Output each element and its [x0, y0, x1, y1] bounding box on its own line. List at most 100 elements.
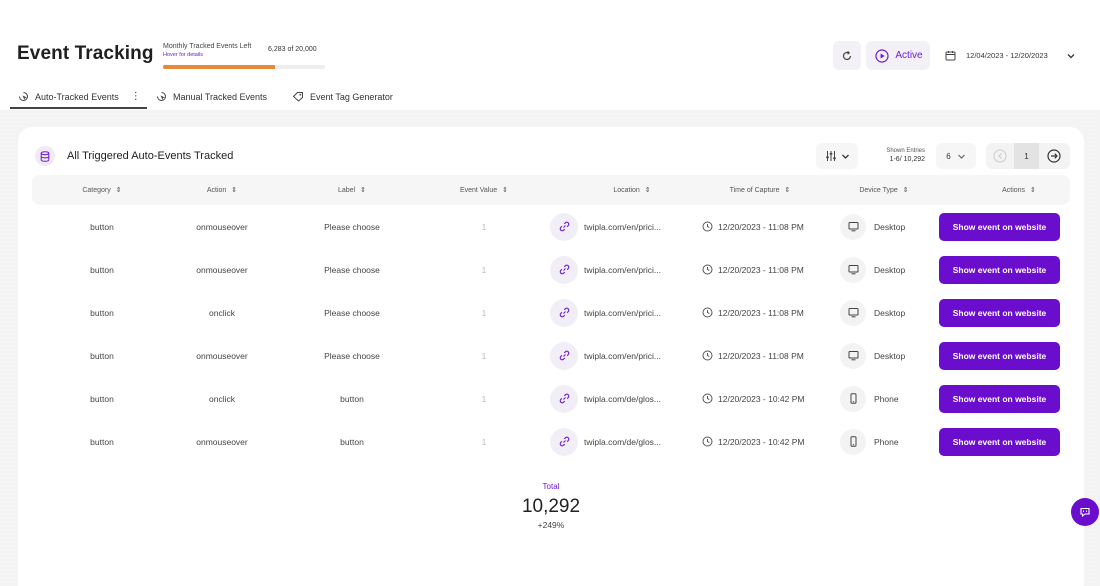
desktop-icon: [840, 256, 866, 283]
previous-page-button[interactable]: [991, 147, 1009, 165]
phone-icon: [840, 385, 866, 412]
actions-cell: Show event on website: [937, 205, 1062, 248]
show-event-on-website-button[interactable]: Show event on website: [939, 212, 1060, 241]
link-icon[interactable]: [550, 212, 578, 241]
show-event-on-website-button[interactable]: Show event on website: [939, 427, 1060, 456]
link-icon[interactable]: [550, 298, 578, 327]
quota-progress-bar: [163, 65, 325, 69]
time-cell: 12/20/2023 - 11:08 PM: [702, 291, 832, 334]
active-toggle-button[interactable]: Active: [866, 41, 930, 70]
active-label: Active: [895, 50, 923, 61]
column-header-action[interactable]: Action ⇕: [152, 175, 292, 205]
cursor-click-icon: [157, 92, 166, 101]
category-cell: button: [90, 350, 114, 361]
location-text[interactable]: twipla.com/de/glos...: [584, 437, 661, 447]
desktop-icon: [840, 213, 866, 240]
location-cell: twipla.com/en/prici...: [550, 248, 700, 291]
play-circle-icon: [875, 48, 889, 63]
device-cell: Phone: [840, 377, 940, 420]
arrow-right-circle-icon: [1047, 149, 1061, 163]
chevron-down-icon: [841, 154, 849, 159]
location-text[interactable]: twipla.com/en/prici...: [584, 265, 661, 275]
table-header: Category ⇕ Action ⇕ Label ⇕ Event Value ⇕ Lo…: [32, 175, 1070, 205]
action-cell: onclick: [209, 307, 235, 318]
next-page-button[interactable]: [1044, 146, 1064, 166]
location-cell: twipla.com/de/glos...: [550, 377, 700, 420]
device-text: Phone: [874, 393, 899, 404]
table-row: button onclick Please choose 1 twipla.co…: [32, 291, 1070, 334]
column-header-event-value[interactable]: Event Value ⇕: [414, 175, 554, 205]
page-title: Event Tracking: [17, 43, 154, 64]
clock-icon: [702, 221, 713, 232]
category-cell: button: [90, 436, 114, 447]
column-header-location[interactable]: Location ⇕: [562, 175, 702, 205]
link-icon[interactable]: [550, 384, 578, 413]
column-header-time-of-capture[interactable]: Time of Capture ⇕: [690, 175, 830, 205]
action-cell: onmouseover: [196, 350, 248, 361]
quota-label: Monthly Tracked Events Left: [163, 43, 252, 50]
table-row: button onmouseover Please choose 1 twipl…: [32, 334, 1070, 377]
tab-auto-tracked-events[interactable]: Auto-Tracked Events ⋮: [18, 84, 141, 109]
show-event-on-website-button[interactable]: Show event on website: [939, 255, 1060, 284]
more-options-icon[interactable]: ⋮: [131, 91, 141, 102]
event-value-cell: 1: [481, 264, 487, 275]
active-tab-indicator: [10, 107, 147, 109]
device-cell: Desktop: [840, 248, 940, 291]
clock-icon: [702, 436, 713, 447]
table-row: button onmouseover Please choose 1 twipl…: [32, 248, 1070, 291]
link-icon[interactable]: [550, 255, 578, 284]
event-value-cell: 1: [481, 221, 487, 232]
refresh-icon: [842, 50, 852, 60]
column-settings-button[interactable]: [816, 143, 858, 169]
time-cell: 12/20/2023 - 10:42 PM: [702, 377, 832, 420]
refresh-button[interactable]: [833, 41, 861, 70]
show-event-on-website-button[interactable]: Show event on website: [939, 298, 1060, 327]
date-range-label: 12/04/2023 - 12/20/2023: [966, 51, 1048, 60]
device-text: Desktop: [874, 307, 906, 318]
database-icon: [35, 146, 55, 166]
tab-event-tag-generator[interactable]: Event Tag Generator: [292, 84, 393, 109]
location-text[interactable]: twipla.com/de/glos...: [584, 394, 661, 404]
cursor-click-icon: [19, 92, 28, 101]
label-cell: Please choose: [324, 221, 380, 232]
chat-support-button[interactable]: [1071, 498, 1099, 526]
action-cell: onmouseover: [196, 221, 248, 232]
quota-count: 6,283 of 20,000: [268, 46, 317, 53]
label-cell: button: [340, 393, 364, 404]
device-text: Phone: [874, 436, 899, 447]
device-cell: Desktop: [840, 334, 940, 377]
column-header-label[interactable]: Label ⇕: [282, 175, 422, 205]
column-header-category[interactable]: Category ⇕: [32, 175, 172, 205]
location-text[interactable]: twipla.com/en/prici...: [584, 308, 661, 318]
sort-icon: ⇕: [502, 187, 509, 194]
link-icon[interactable]: [550, 427, 578, 456]
location-text[interactable]: twipla.com/en/prici...: [584, 222, 661, 232]
column-header-label: Event Value: [459, 186, 498, 194]
entries-per-page-select[interactable]: 6: [936, 143, 976, 169]
sort-icon: ⇕: [360, 187, 366, 194]
shown-entries-label: Shown Entries: [886, 148, 925, 154]
link-icon[interactable]: [550, 341, 578, 370]
device-text: Desktop: [874, 264, 906, 275]
sort-icon: ⇕: [231, 187, 238, 194]
current-page-number[interactable]: 1: [1014, 143, 1039, 169]
location-text[interactable]: twipla.com/en/prici...: [584, 351, 661, 361]
tab-manual-tracked-events[interactable]: Manual Tracked Events: [156, 84, 267, 109]
show-event-on-website-button[interactable]: Show event on website: [939, 341, 1060, 370]
show-event-on-website-button[interactable]: Show event on website: [939, 384, 1060, 413]
column-header-label: Action: [206, 186, 227, 194]
phone-icon: [840, 428, 866, 455]
total-delta: +249%: [537, 520, 565, 530]
date-range-picker[interactable]: 12/04/2023 - 12/20/2023: [935, 41, 1092, 70]
tab-label: Manual Tracked Events: [173, 91, 268, 102]
total-value: 10,292: [521, 496, 581, 517]
location-cell: twipla.com/de/glos...: [550, 420, 700, 463]
category-cell: button: [90, 264, 114, 275]
column-header-device-type[interactable]: Device Type ⇕: [814, 175, 954, 205]
total-label: Total: [542, 482, 560, 491]
desktop-icon: [840, 342, 866, 369]
time-text: 12/20/2023 - 11:08 PM: [718, 350, 804, 361]
column-header-actions[interactable]: Actions ⇕: [949, 175, 1089, 205]
event-value-cell: 1: [481, 307, 487, 318]
table-row: button onmouseover button 1 twipla.com/d…: [32, 420, 1070, 463]
